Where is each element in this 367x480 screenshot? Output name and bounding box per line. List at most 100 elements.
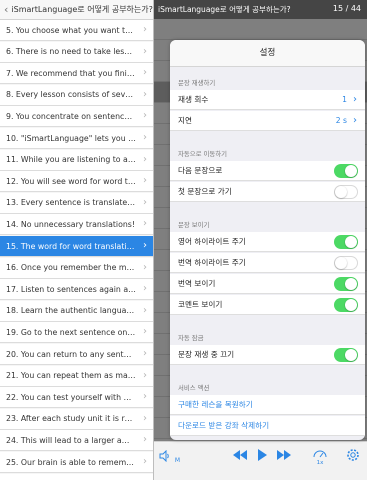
chevron-right-icon: › — [143, 175, 147, 187]
settings-row-label: 재생 회수 — [178, 95, 209, 104]
settings-row-value: 2 s — [335, 116, 347, 125]
list-item[interactable]: 21. You can repeat them as man… › — [0, 365, 153, 387]
back-chevron-icon[interactable]: ‹ — [4, 3, 8, 16]
list-item-label: 22. You can test yourself with hi… — [6, 392, 136, 402]
list-item-label: 14. No unnecessary translations! — [6, 219, 135, 229]
list-item-label: 13. Every sentence is translated l… — [6, 198, 136, 208]
settings-section-header: 서비스 액션 — [178, 384, 210, 392]
list-item-label: 6. There is no need to take lesso… — [6, 47, 136, 57]
settings-row-label: 번역 하이라이트 주기 — [178, 258, 246, 267]
toggle-knob — [335, 257, 347, 269]
toggle-knob — [345, 299, 357, 311]
list-item[interactable]: 19. Go to the next sentence only… › — [0, 322, 153, 344]
toggle-switch[interactable] — [334, 256, 358, 270]
list-item-label: 12. You will see word for word tr… — [6, 176, 136, 186]
list-item[interactable]: 22. You can test yourself with hi… › — [0, 387, 153, 409]
sentence-counter: 15 / 44 — [332, 4, 361, 13]
list-item-label: 7. We recommend that you finish… — [6, 68, 136, 78]
list-item[interactable]: 9. You concentrate on sentences… › — [0, 106, 153, 128]
chevron-right-icon: › — [143, 45, 147, 57]
settings-row-label: 코멘트 보이기 — [178, 300, 223, 309]
chevron-right-icon: › — [143, 67, 147, 79]
list-item[interactable]: 14. No unnecessary translations! › — [0, 214, 153, 236]
list-item[interactable]: 13. Every sentence is translated l… › — [0, 192, 153, 214]
settings-row-label: 다음 문장으로 — [178, 166, 223, 175]
settings-row[interactable]: 영어 하이라이트 주기 — [170, 232, 365, 252]
gear-icon — [347, 449, 359, 461]
list-item-label: 23. After each study unit it is rec… — [6, 414, 136, 424]
settings-row[interactable]: 번역 하이라이트 주기 — [170, 253, 365, 273]
list-header-title: iSmartLanguage로 어떻게 공부하는가? — [11, 5, 153, 14]
chevron-right-icon: › — [143, 456, 147, 467]
top-bar: iSmartLanguage로 어떻게 공부하는가? 15 / 44 — [154, 0, 367, 19]
settings-row[interactable]: 문장 재생 중 끄기 — [170, 345, 365, 365]
chevron-right-icon: › — [143, 218, 147, 230]
rewind-icon — [233, 450, 247, 460]
settings-row[interactable]: 코멘트 보이기 — [170, 295, 365, 315]
chevron-right-icon: › — [143, 434, 147, 446]
settings-row[interactable]: 다음 문장으로 — [170, 161, 365, 181]
settings-row[interactable]: 재생 회수 1 › — [170, 90, 365, 110]
settings-row-label: 첫 문장으로 가기 — [178, 187, 232, 196]
chevron-right-icon: › — [143, 348, 147, 359]
settings-row-label: 영어 하이라이트 주기 — [178, 237, 246, 246]
speed-label: 1x — [316, 460, 324, 466]
settings-row-label: 구매한 레슨을 복원하기 — [178, 400, 253, 409]
toggle-switch[interactable] — [334, 298, 358, 312]
chevron-right-icon: › — [143, 24, 147, 35]
speaker-letter: M — [174, 457, 181, 464]
list-item[interactable]: 26. "iSmartLanguage" is the fast…› — [0, 473, 153, 480]
list-item-label: 16. Once you remember the mea… — [6, 263, 136, 273]
toggle-knob — [345, 278, 357, 290]
list-item[interactable]: 16. Once you remember the mea… › — [0, 257, 153, 279]
toggle-switch[interactable] — [334, 277, 358, 291]
toggle-switch[interactable] — [334, 185, 358, 199]
list-item[interactable]: 5. You choose what you want to s › — [0, 20, 153, 41]
fast-forward-button[interactable] — [276, 448, 292, 465]
list-item-label: 20. You can return to any sentenc… — [6, 349, 136, 359]
list-item[interactable]: 6. There is no need to take lesso… › — [0, 41, 153, 63]
chevron-right-icon: › — [143, 304, 147, 316]
list-item[interactable]: 10. "iSmartLanguage" lets you re… › — [0, 128, 153, 149]
bottom-toolbar: M 1x — [154, 441, 367, 480]
list-item-label: 21. You can repeat them as man… — [6, 371, 136, 381]
settings-title: 설정 — [170, 40, 365, 67]
list-item[interactable]: 17. Listen to sentences again an… › — [0, 279, 153, 301]
list-item[interactable]: 25. Our brain is able to remembe… › — [0, 452, 153, 473]
list-item[interactable]: 18. Learn the authentic language! › — [0, 300, 153, 322]
chevron-right-icon: › — [143, 153, 147, 165]
list-item-label: 17. Listen to sentences again an… — [6, 284, 136, 294]
list-item[interactable]: 11. While you are listening to a s… › — [0, 149, 153, 171]
settings-button[interactable] — [346, 448, 360, 465]
list-item[interactable]: 23. After each study unit it is rec… › — [0, 408, 153, 430]
settings-action-row[interactable]: 구매한 레슨을 복원하기 — [170, 395, 365, 415]
list-item[interactable]: 7. We recommend that you finish… › — [0, 63, 153, 85]
list-item-label: 10. "iSmartLanguage" lets you re… — [6, 133, 136, 143]
settings-action-row[interactable]: 다운로드 받은 강좌 삭제하기 — [170, 416, 365, 436]
settings-row[interactable]: 번역 보이기 — [170, 274, 365, 294]
settings-section-header: 문장 재생하기 — [178, 79, 216, 87]
toggle-switch[interactable] — [334, 348, 358, 362]
speed-button[interactable]: 1x — [312, 446, 328, 466]
play-button[interactable] — [256, 448, 268, 465]
speaker-button[interactable]: M — [159, 449, 181, 465]
settings-row[interactable]: 첫 문장으로 가기 — [170, 182, 365, 202]
toggle-switch[interactable] — [334, 235, 358, 249]
toggle-switch[interactable] — [334, 164, 358, 178]
settings-row-value: 1 — [342, 95, 347, 104]
list-item[interactable]: 24. This will lead to a larger amo… › — [0, 430, 153, 452]
settings-section-header: 자동 잠금 — [178, 334, 204, 342]
list-item[interactable]: 8. Every lesson consists of sever… › — [0, 84, 153, 106]
list-item[interactable]: 15. The word for word translatio… › — [0, 236, 153, 257]
list-item[interactable]: 12. You will see word for word tr… › — [0, 171, 153, 193]
list-item-label: 18. Learn the authentic language! — [6, 306, 136, 316]
rewind-button[interactable] — [232, 448, 248, 465]
chevron-right-icon: › — [143, 110, 147, 122]
toggle-knob — [345, 236, 357, 248]
settings-section-header: 문장 보이기 — [178, 221, 210, 229]
list-header[interactable]: ‹ iSmartLanguage로 어떻게 공부하는가? — [0, 0, 153, 20]
list-item-label: 8. Every lesson consists of sever… — [6, 90, 136, 100]
list-item-label: 11. While you are listening to a s… — [6, 155, 136, 165]
settings-row[interactable]: 지연 2 s › — [170, 111, 365, 131]
list-item[interactable]: 20. You can return to any sentenc… › — [0, 344, 153, 365]
